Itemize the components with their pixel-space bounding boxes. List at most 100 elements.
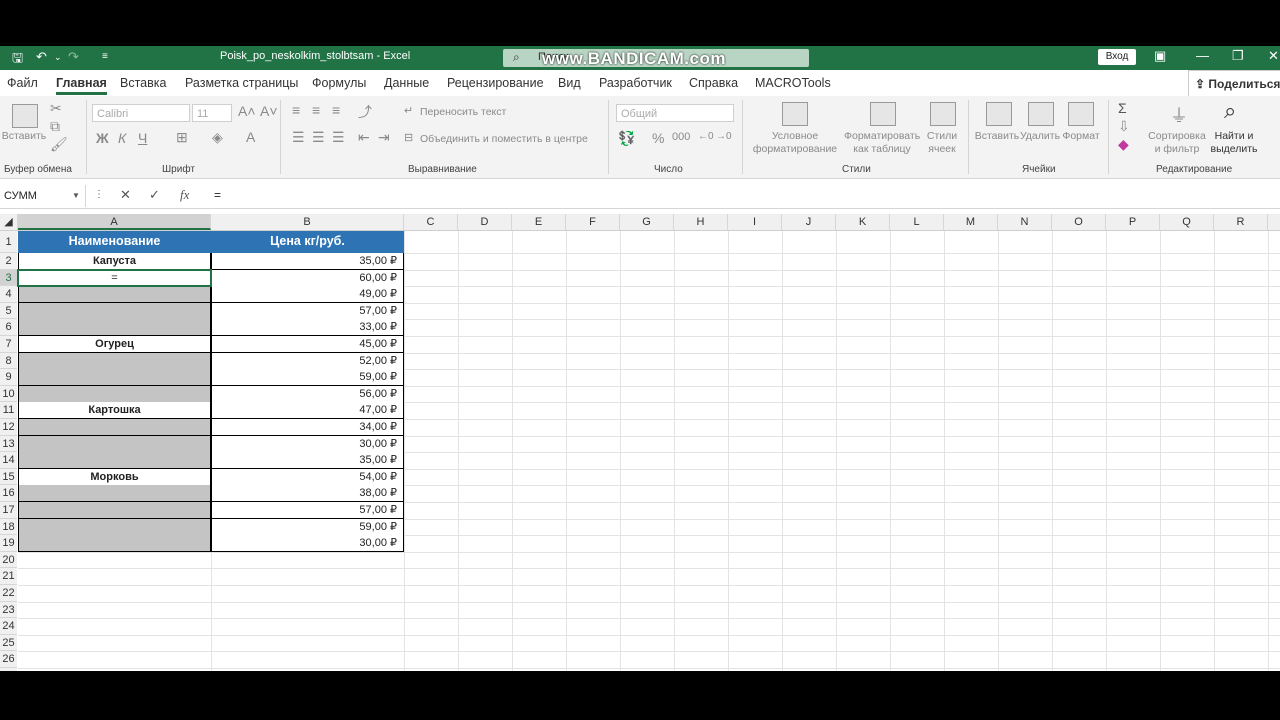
row-header-14[interactable]: 14 — [0, 452, 17, 469]
table-cell-name[interactable] — [18, 485, 211, 503]
align-middle-icon[interactable]: ≡ — [312, 102, 320, 118]
row-header-4[interactable]: 4 — [0, 286, 17, 303]
restore-icon[interactable]: ❐ — [1232, 48, 1244, 64]
enter-icon[interactable]: ✓ — [149, 187, 160, 203]
font-color-icon[interactable]: A — [246, 129, 255, 145]
table-cell-price[interactable]: 60,00 ₽ — [211, 269, 404, 287]
increase-indent-icon[interactable]: ⇥ — [378, 129, 390, 146]
minimize-icon[interactable]: — — [1196, 48, 1209, 63]
merge-center-button[interactable]: Объединить и поместить в центре — [420, 133, 588, 146]
row-header-15[interactable]: 15 — [0, 468, 17, 486]
row-header-3[interactable]: 3 — [0, 269, 17, 287]
table-cell-price[interactable]: 35,00 ₽ — [211, 253, 404, 271]
row-header-23[interactable]: 23 — [0, 601, 17, 619]
table-cell-price[interactable]: 30,00 ₽ — [211, 535, 404, 553]
align-center-icon[interactable]: ☰ — [312, 129, 325, 146]
column-header-j[interactable]: J — [782, 214, 836, 230]
table-cell-name[interactable]: Морковь — [18, 468, 211, 486]
signin-button[interactable]: Вход — [1098, 49, 1136, 65]
table-cell-price[interactable]: 47,00 ₽ — [211, 402, 404, 420]
insert-cells-button[interactable]: Вставить — [974, 130, 1020, 143]
row-header-19[interactable]: 19 — [0, 535, 17, 552]
column-header-f[interactable]: F — [566, 214, 620, 230]
column-header-r[interactable]: R — [1214, 214, 1268, 230]
table-cell-name[interactable] — [18, 452, 211, 470]
row-header-22[interactable]: 22 — [0, 585, 17, 602]
chevron-down-icon[interactable]: ▼ — [72, 185, 80, 207]
column-header-q[interactable]: Q — [1160, 214, 1214, 230]
row-header-9[interactable]: 9 — [0, 369, 17, 386]
sort-filter-button[interactable]: Сортировка и фильтр — [1146, 130, 1208, 156]
column-header-i[interactable]: I — [728, 214, 782, 230]
row-header-21[interactable]: 21 — [0, 568, 17, 585]
fill-icon[interactable]: ⇩ — [1118, 118, 1130, 135]
row-header-10[interactable]: 10 — [0, 385, 17, 403]
increase-font-icon[interactable]: A˄ — [238, 103, 256, 119]
row-header-25[interactable]: 25 — [0, 634, 17, 652]
row-header-13[interactable]: 13 — [0, 435, 17, 453]
table-cell-price[interactable]: 49,00 ₽ — [211, 286, 404, 304]
undo-dropdown-icon[interactable]: ⌄ — [54, 52, 62, 63]
row-header-17[interactable]: 17 — [0, 502, 17, 519]
ribbon-display-options-icon[interactable]: ▣ — [1154, 48, 1166, 64]
number-format-select[interactable]: Общий — [616, 104, 734, 122]
row-header-18[interactable]: 18 — [0, 518, 17, 536]
column-header-n[interactable]: N — [998, 214, 1052, 230]
table-cell-price[interactable]: 52,00 ₽ — [211, 352, 404, 370]
table-header-cell[interactable]: Наименование — [18, 231, 211, 253]
tab-view[interactable]: Вид — [558, 76, 581, 90]
table-cell-name[interactable] — [18, 369, 211, 387]
decrease-font-icon[interactable]: A˅ — [260, 103, 278, 119]
percent-icon[interactable]: % — [652, 130, 664, 146]
tab-page-layout[interactable]: Разметка страницы — [185, 76, 298, 90]
customize-quick-access-icon[interactable]: ≡ — [102, 51, 108, 62]
table-cell-price[interactable]: 57,00 ₽ — [211, 502, 404, 520]
table-cell-price[interactable]: 57,00 ₽ — [211, 302, 404, 320]
tab-review[interactable]: Рецензирование — [447, 76, 544, 90]
column-header-d[interactable]: D — [458, 214, 512, 230]
table-cell-price[interactable]: 30,00 ₽ — [211, 435, 404, 453]
table-cell-name[interactable] — [18, 535, 211, 553]
orientation-icon[interactable]: ⤴ — [358, 102, 372, 122]
table-cell-name[interactable] — [18, 286, 211, 304]
table-cell-name[interactable] — [18, 419, 211, 437]
table-cell-name[interactable] — [18, 319, 211, 337]
table-cell-price[interactable]: 34,00 ₽ — [211, 419, 404, 437]
table-cell-name[interactable] — [18, 385, 211, 403]
column-header-p[interactable]: P — [1106, 214, 1160, 230]
decrease-indent-icon[interactable]: ⇤ — [358, 129, 370, 146]
select-all-corner[interactable]: ◢ — [0, 214, 18, 230]
currency-format-icon[interactable]: 💱 — [618, 130, 635, 147]
row-header-20[interactable]: 20 — [0, 551, 17, 569]
column-header-o[interactable]: O — [1052, 214, 1106, 230]
thousands-separator-icon[interactable]: 000 — [672, 131, 690, 143]
increase-decimal-icon[interactable]: ←0 — [698, 131, 714, 142]
insert-function-icon[interactable]: fx — [180, 187, 189, 203]
borders-icon[interactable]: ⊞ — [176, 129, 188, 146]
active-cell[interactable] — [17, 268, 212, 288]
autosum-icon[interactable]: Σ — [1118, 100, 1127, 116]
align-left-icon[interactable]: ☰ — [292, 129, 305, 146]
tab-formulas[interactable]: Формулы — [312, 76, 366, 90]
column-header-a[interactable]: A — [18, 214, 211, 230]
table-cell-price[interactable]: 35,00 ₽ — [211, 452, 404, 470]
row-header-6[interactable]: 6 — [0, 319, 17, 336]
table-cell-name[interactable]: Огурец — [18, 336, 211, 354]
table-cell-name[interactable] — [18, 352, 211, 370]
table-cell-price[interactable]: 33,00 ₽ — [211, 319, 404, 337]
cancel-icon[interactable]: ✕ — [120, 187, 131, 203]
tab-home[interactable]: Главная — [56, 76, 107, 95]
table-cell-price[interactable]: 56,00 ₽ — [211, 385, 404, 403]
table-header-cell[interactable]: Цена кг/руб. — [211, 231, 404, 253]
column-header-b[interactable]: B — [211, 214, 404, 230]
delete-cells-button[interactable]: Удалить — [1018, 130, 1062, 143]
row-header-16[interactable]: 16 — [0, 485, 17, 502]
fill-color-icon[interactable]: ◈ — [212, 129, 223, 146]
table-cell-name[interactable] — [18, 302, 211, 320]
row-header-27[interactable]: 27 — [0, 668, 17, 671]
align-bottom-icon[interactable]: ≡ — [332, 102, 340, 118]
row-header-12[interactable]: 12 — [0, 419, 17, 436]
column-header-l[interactable]: L — [890, 214, 944, 230]
table-cell-price[interactable]: 38,00 ₽ — [211, 485, 404, 503]
table-cell-name[interactable]: Картошка — [18, 402, 211, 420]
